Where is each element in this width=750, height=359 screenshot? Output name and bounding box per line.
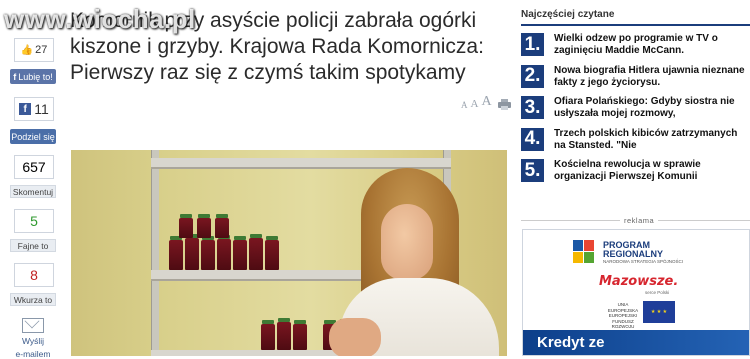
program-regionalny-logo [573, 240, 595, 264]
facebook-icon: f [13, 71, 17, 82]
annoyed-count: 8 [14, 263, 54, 287]
most-read-link[interactable]: Trzech polskich kibiców zatrzymanych na … [554, 128, 750, 152]
email-label-1: Wyślij [21, 336, 45, 346]
social-sidebar: 👍 27 f Lubię to! f 11 Podziel się 657 Sk… [10, 38, 56, 359]
ad-bottom-bar: Kredyt ze [523, 330, 749, 355]
annoyed-button[interactable]: Wkurza to [10, 293, 56, 306]
most-read-item[interactable]: 4. Trzech polskich kibiców zatrzymanych … [521, 127, 750, 152]
annoyed-stat: 8 Wkurza to [10, 263, 56, 306]
most-read-link[interactable]: Kościelna rewolucja w sprawie organizacj… [554, 159, 750, 183]
cool-count: 5 [14, 209, 54, 233]
font-size-medium-button[interactable]: A [471, 98, 479, 110]
ad-bottom-text: Kredyt ze [537, 334, 605, 351]
facebook-share-counter: f 11 [14, 97, 54, 121]
share-count: 11 [34, 101, 49, 117]
most-read-link[interactable]: Ofiara Polańskiego: Gdyby siostra nie us… [554, 96, 750, 120]
rank-number: 1. [521, 33, 544, 56]
cool-button[interactable]: Fajne to [10, 239, 56, 252]
rank-number: 3. [521, 96, 544, 119]
facebook-icon: f [19, 103, 32, 115]
share-button[interactable]: Podziel się [10, 129, 56, 144]
rank-number: 4. [521, 127, 544, 151]
most-read-link[interactable]: Nowa biografia Hitlera ujawnia nieznane … [554, 65, 750, 89]
email-label-2: e-mailem [15, 349, 51, 359]
comment-button[interactable]: Skomentuj [10, 185, 56, 198]
article-photo [71, 150, 507, 356]
comments-count: 657 [14, 155, 54, 179]
most-read-link[interactable]: Wielki odzew po programie w TV o zaginię… [554, 33, 750, 57]
facebook-like-button[interactable]: f Lubię to! [10, 69, 56, 84]
most-read-item[interactable]: 2. Nowa biografia Hitlera ujawnia niezna… [521, 64, 750, 89]
print-icon[interactable] [497, 99, 511, 110]
comments-stat: 657 Skomentuj [10, 155, 56, 198]
woman-figure [329, 168, 507, 356]
like-count: 27 [35, 44, 48, 56]
like-counter: 👍 27 [14, 38, 54, 62]
envelope-icon [22, 318, 44, 333]
eu-flag-icon: ★ ★ ★ [643, 301, 675, 323]
most-read-item[interactable]: 1. Wielki odzew po programie w TV o zagi… [521, 33, 750, 56]
most-read-list: 1. Wielki odzew po programie w TV o zagi… [521, 33, 750, 191]
share-button-label: Podziel się [11, 131, 55, 142]
rank-number: 5. [521, 159, 544, 182]
advertisement-banner[interactable]: PROGRAM REGIONALNY NARODOWA STRATEGIA SP… [522, 229, 750, 356]
most-read-item[interactable]: 5. Kościelna rewolucja w sprawie organiz… [521, 159, 750, 182]
most-read-header: Najczęściej czytane [521, 9, 750, 26]
ad-label: reklama [620, 216, 659, 225]
cool-stat: 5 Fajne to [10, 209, 56, 252]
ad-program-sub: NARODOWA STRATEGIA SPÓJNOŚCI [603, 259, 684, 264]
email-share-button[interactable]: Wyślij e-mailem [10, 318, 56, 359]
most-read-item[interactable]: 3. Ofiara Polańskiego: Gdyby siostra nie… [521, 96, 750, 119]
mazowsze-logo: Mazowsze. [599, 274, 679, 289]
font-size-large-button[interactable]: A [481, 94, 491, 110]
font-size-small-button[interactable]: A [461, 100, 468, 110]
rank-number: 2. [521, 64, 544, 88]
mazowsze-tagline: serce Polski [645, 290, 670, 295]
like-button-label: Lubię to! [18, 71, 53, 82]
thumbs-up-icon: 👍 [20, 44, 34, 56]
site-watermark: www.wiocha.pl [4, 4, 196, 34]
article-tools: A A A [461, 94, 511, 110]
ad-program-title: PROGRAM REGIONALNY [603, 240, 664, 259]
